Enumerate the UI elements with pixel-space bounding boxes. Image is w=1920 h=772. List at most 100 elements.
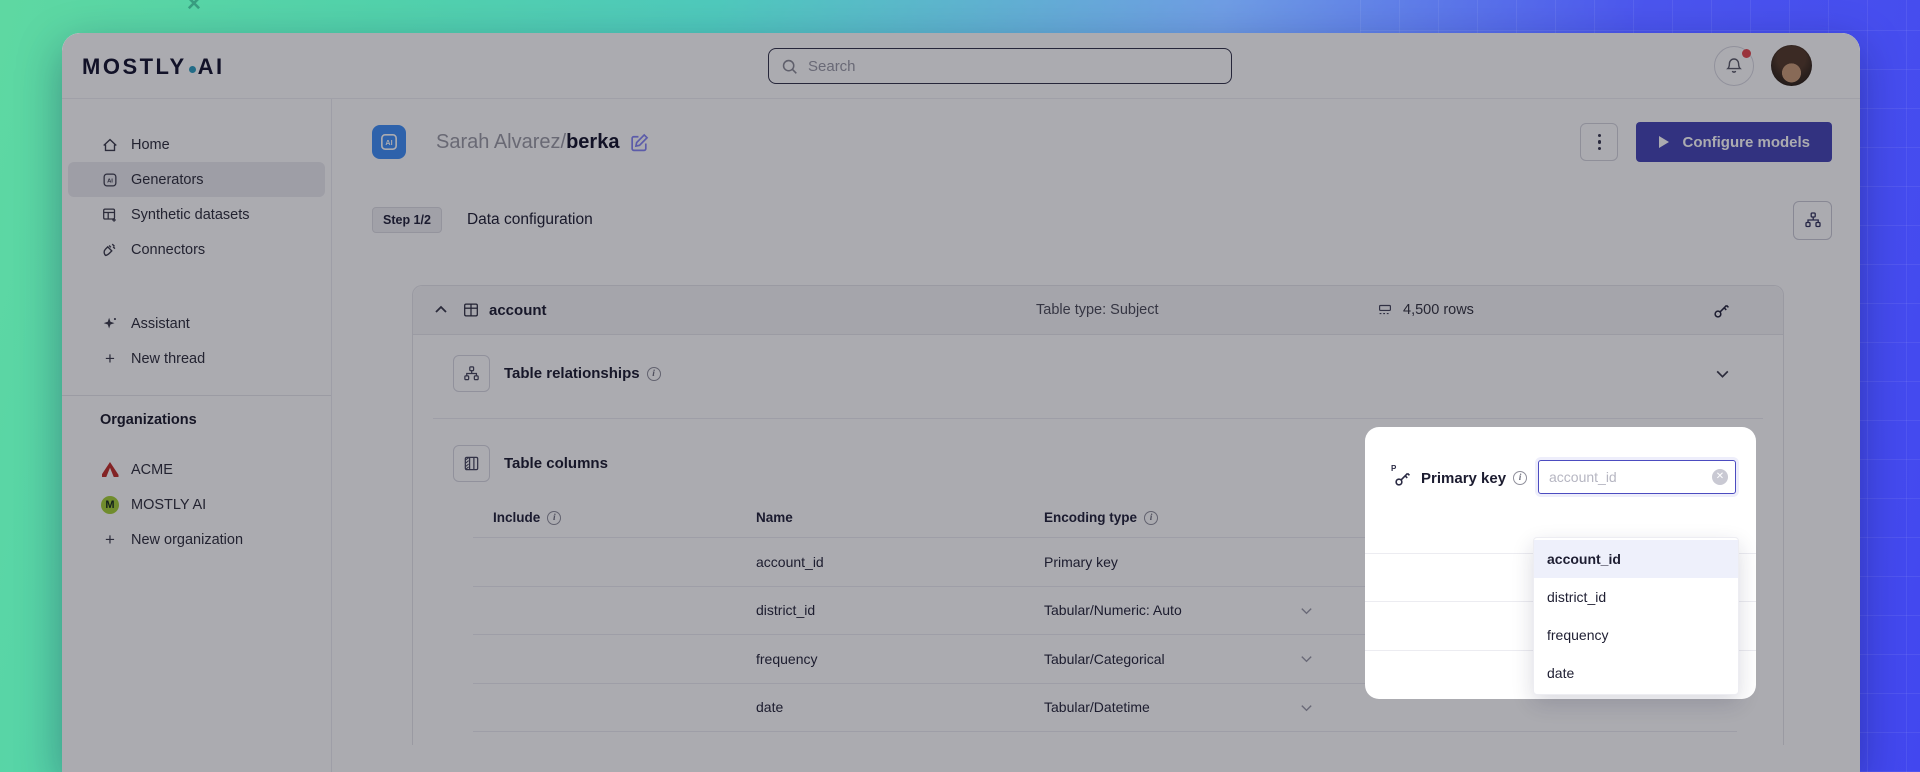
desktop-background: ✕ MOSTLY AI Home — [0, 0, 1920, 772]
dropdown-option[interactable]: account_id — [1534, 540, 1738, 578]
primary-key-label: Primary key — [1421, 470, 1506, 487]
encoding-select[interactable]: Tabular/Categorical — [1044, 651, 1314, 667]
pencil-square-icon — [629, 132, 650, 153]
row-count: 4,500 rows — [1376, 301, 1474, 319]
table-type-label: Table type: Subject — [1036, 302, 1159, 318]
dataset-grid-icon — [100, 206, 120, 224]
info-icon[interactable]: i — [547, 511, 561, 525]
sidebar-item-new-thread[interactable]: + New thread — [62, 341, 331, 376]
encoding-select[interactable]: Tabular/Datetime — [1044, 699, 1314, 715]
dropdown-option[interactable]: date — [1534, 654, 1738, 692]
notifications-button[interactable] — [1714, 46, 1754, 86]
column-name: account_id — [756, 554, 1044, 570]
sidebar-item-org-mostly-ai[interactable]: M MOSTLY AI — [62, 487, 331, 522]
columns-icon-button — [453, 445, 490, 482]
organizations-heading: Organizations — [62, 412, 331, 428]
info-icon[interactable]: i — [1144, 511, 1158, 525]
sidebar-item-assistant[interactable]: Assistant — [62, 306, 331, 341]
sidebar-item-generators[interactable]: AI Generators — [68, 162, 325, 197]
sidebar-item-label: MOSTLY AI — [131, 497, 206, 513]
chevron-down-icon — [1299, 603, 1314, 618]
chevron-up-icon[interactable] — [433, 302, 449, 318]
info-icon[interactable]: i — [647, 367, 661, 381]
step-badge: Step 1/2 — [372, 207, 442, 233]
more-options-button[interactable] — [1580, 123, 1618, 161]
svg-text:AI: AI — [107, 178, 113, 184]
sidebar-item-label: Synthetic datasets — [131, 207, 250, 223]
clear-input-icon[interactable]: ✕ — [1712, 469, 1728, 485]
tree-icon — [1803, 210, 1823, 230]
schema-view-button[interactable] — [1793, 201, 1832, 240]
sidebar-item-synthetic-datasets[interactable]: Synthetic datasets — [62, 197, 331, 232]
relationships-icon-button — [453, 355, 490, 392]
app-window: MOSTLY AI Home AI Generators — [62, 33, 1860, 772]
column-name: district_id — [756, 602, 1044, 618]
chevron-down-icon — [1299, 700, 1314, 715]
header-encoding: Encoding type i — [1044, 510, 1314, 525]
primary-key-icon: P — [1393, 469, 1412, 488]
svg-text:AI: AI — [385, 139, 392, 147]
row-count-value: 4,500 rows — [1403, 302, 1474, 318]
sidebar: Home AI Generators Synthetic datasets Co… — [62, 99, 332, 772]
project-header: AI Sarah Alvarez/berka Configure models — [372, 120, 1832, 164]
encoding-value: Primary key — [1044, 554, 1314, 570]
mostly-ai-logo[interactable]: MOSTLY AI — [82, 54, 225, 80]
sidebar-item-org-acme[interactable]: ACME — [62, 452, 331, 487]
relationships-label: Table relationships — [504, 365, 640, 382]
breadcrumb: Sarah Alvarez/berka — [436, 131, 619, 154]
sidebar-item-connectors[interactable]: Connectors — [62, 232, 331, 267]
sparkle-icon — [100, 315, 120, 333]
logo-text-right: AI — [198, 54, 225, 80]
primary-key-input[interactable] — [1538, 460, 1736, 494]
background-x-mark: ✕ — [186, 0, 202, 16]
search-input[interactable] — [808, 58, 1219, 75]
sidebar-item-label: New organization — [131, 532, 243, 548]
top-bar: MOSTLY AI — [62, 33, 1860, 99]
global-search[interactable] — [768, 48, 1232, 84]
sidebar-item-home[interactable]: Home — [62, 127, 331, 162]
mostly-ai-org-icon: M — [100, 496, 120, 514]
encoding-select[interactable]: Tabular/Numeric: Auto — [1044, 602, 1314, 618]
dropdown-option[interactable]: frequency — [1534, 616, 1738, 654]
columns-icon — [462, 454, 481, 473]
sidebar-divider — [62, 395, 331, 396]
sidebar-item-label: ACME — [131, 462, 173, 478]
logo-text-left: MOSTLY — [82, 54, 187, 80]
plus-icon: + — [100, 531, 120, 548]
sidebar-item-label: Assistant — [131, 316, 190, 332]
column-name: frequency — [756, 651, 1044, 667]
table-icon — [462, 301, 480, 319]
plus-icon: + — [100, 350, 120, 367]
project-actions: Configure models — [1580, 122, 1832, 162]
table-name: account — [489, 302, 547, 319]
account-card-header[interactable]: account Table type: Subject 4,500 rows — [413, 286, 1783, 335]
ai-chip-icon: AI — [100, 171, 120, 189]
dropdown-option[interactable]: district_id — [1534, 578, 1738, 616]
header-name: Name — [756, 510, 1044, 525]
primary-key-input-wrap: ✕ — [1538, 460, 1736, 494]
edit-project-name-button[interactable] — [629, 132, 650, 153]
sidebar-spacer — [62, 267, 331, 306]
rows-icon — [1376, 301, 1394, 319]
acme-logo-icon — [100, 462, 120, 477]
info-icon[interactable]: i — [1513, 471, 1527, 485]
tree-icon — [462, 364, 481, 383]
column-name: date — [756, 699, 1044, 715]
notification-dot — [1742, 49, 1751, 58]
play-icon — [1658, 135, 1670, 149]
chevron-down-icon — [1299, 651, 1314, 666]
sidebar-item-label: New thread — [131, 351, 205, 367]
project-name: berka — [566, 131, 619, 153]
sidebar-item-label: Home — [131, 137, 170, 153]
user-avatar[interactable] — [1771, 45, 1812, 86]
breadcrumb-owner: Sarah Alvarez/ — [436, 131, 566, 153]
sidebar-item-new-organization[interactable]: + New organization — [62, 522, 331, 557]
configure-models-button[interactable]: Configure models — [1636, 122, 1832, 162]
chevron-down-icon[interactable] — [1714, 365, 1731, 382]
primary-key-icon[interactable] — [1712, 301, 1731, 320]
primary-key-spotlight: P Primary key i ✕ account_id district_id… — [1365, 427, 1756, 699]
home-icon — [100, 136, 120, 154]
sidebar-item-label: Connectors — [131, 242, 205, 258]
columns-label: Table columns — [504, 455, 608, 472]
step-header: Step 1/2 Data configuration — [372, 200, 1832, 240]
